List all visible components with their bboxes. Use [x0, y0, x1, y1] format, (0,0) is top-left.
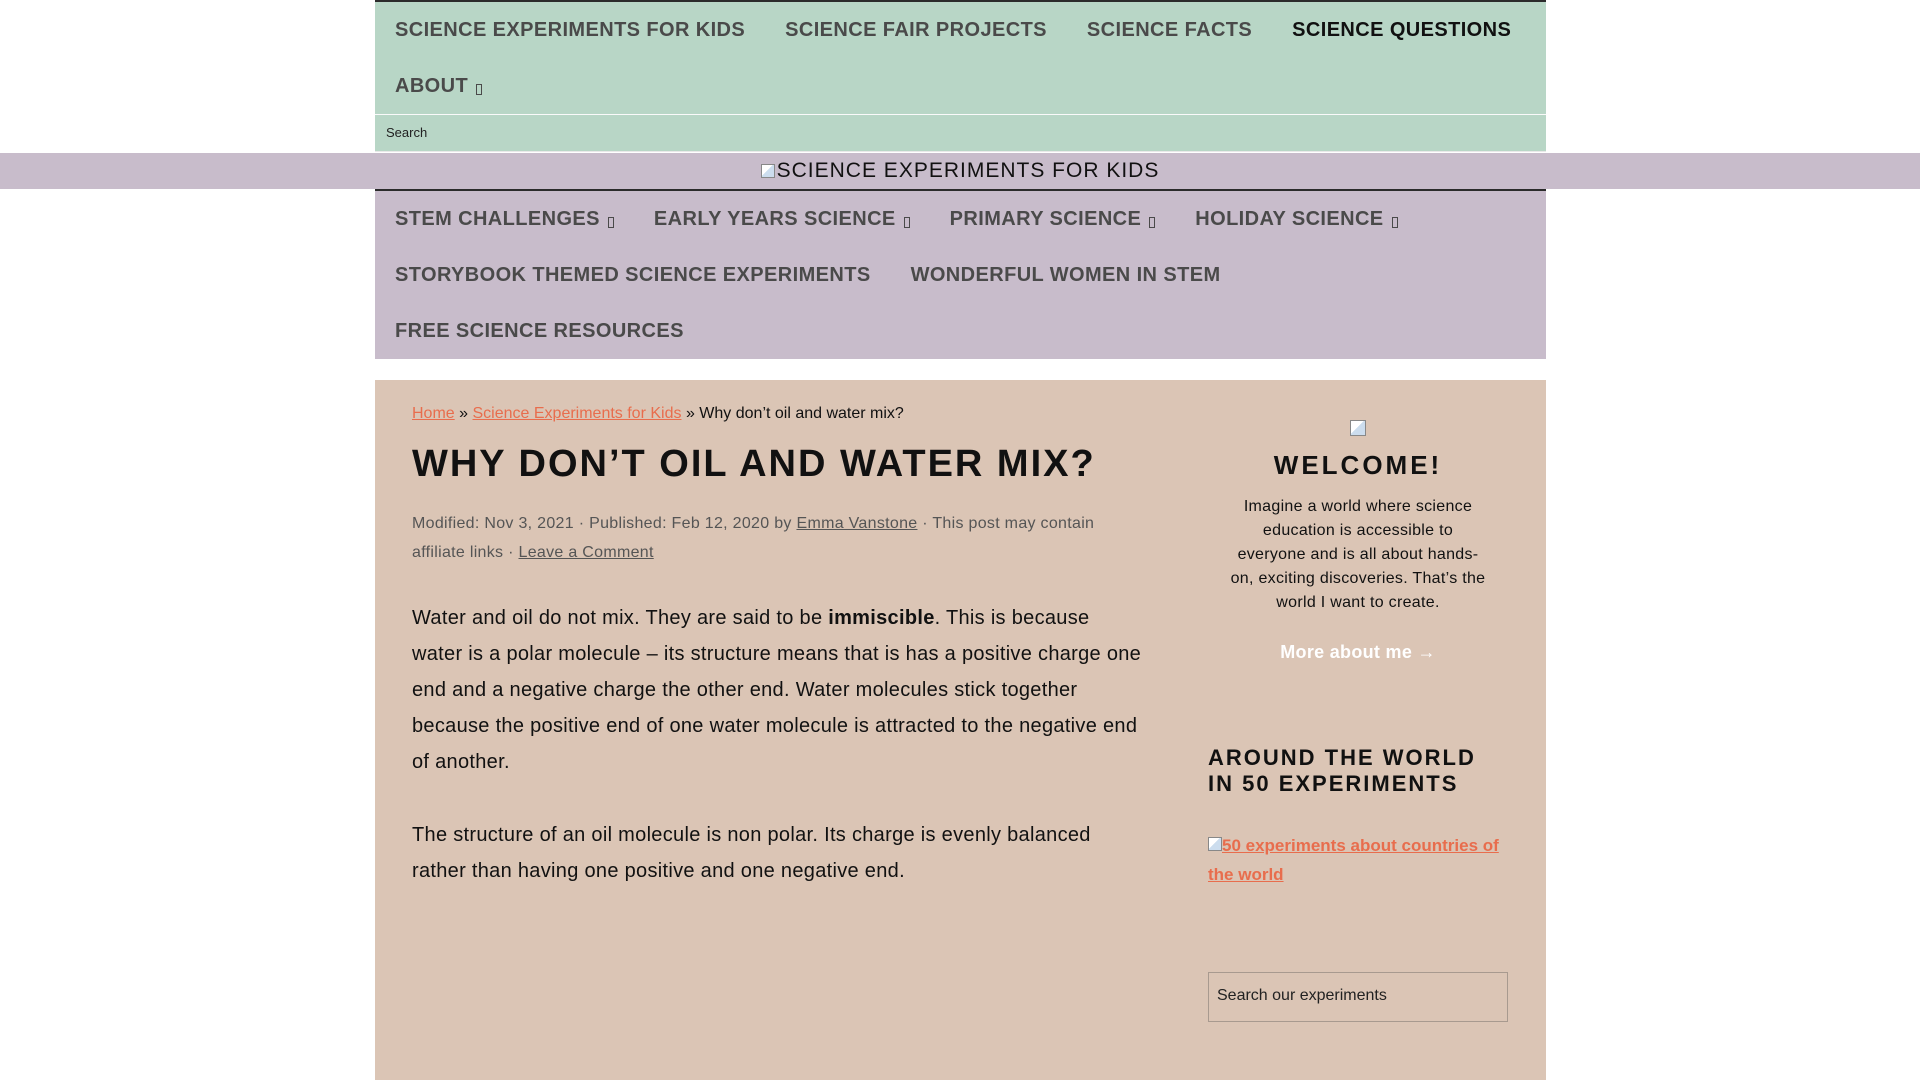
sidebar-search-input[interactable]: Search our experiments: [1208, 972, 1508, 1022]
nav-item-primary-science[interactable]: PRIMARY SCIENCE: [930, 208, 1176, 231]
nav-item-about[interactable]: ABOUT: [375, 75, 502, 98]
post-published-date: Published: Feb 12, 2020: [589, 515, 770, 532]
secondary-nav-row-2: STORYBOOK THEMED SCIENCE EXPERIMENTS WON…: [375, 247, 1546, 303]
paragraph-text: . This is because water is a polar molec…: [412, 607, 1142, 773]
secondary-nav-row-1: STEM CHALLENGES EARLY YEARS SCIENCE PRIM…: [375, 191, 1546, 247]
welcome-title: WELCOME!: [1273, 450, 1443, 480]
primary-nav-row-1: SCIENCE EXPERIMENTS FOR KIDS SCIENCE FAI…: [375, 2, 1546, 58]
nav-item-stem-challenges[interactable]: STEM CHALLENGES: [375, 208, 634, 231]
meta-separator: ·: [922, 515, 928, 532]
submenu-caret-icon: [903, 216, 910, 228]
paragraph-text: Water and oil do not mix. They are said …: [412, 607, 829, 629]
experiments-book-link-text: 50 experiments about countries of the wo…: [1208, 836, 1499, 884]
post-meta: Modified: Nov 3, 2021 · Published: Feb 1…: [412, 509, 1142, 567]
keyword-immiscible: immiscible: [828, 607, 935, 629]
leave-comment-link[interactable]: Leave a Comment: [519, 544, 654, 561]
secondary-nav: STEM CHALLENGES EARLY YEARS SCIENCE PRIM…: [375, 189, 1546, 359]
breadcrumb-separator: »: [459, 405, 469, 422]
more-about-me-link[interactable]: More about me →: [1208, 642, 1508, 663]
article-main: Home » Science Experiments for Kids » Wh…: [412, 380, 1142, 889]
site-logo-alt-text: SCIENCE EXPERIMENTS FOR KIDS: [776, 159, 1160, 182]
site-header: SCIENCE EXPERIMENTS FOR KIDS: [0, 153, 1920, 189]
page-title: WHY DON’T OIL AND WATER MIX?: [412, 443, 1096, 485]
experiments-book-link[interactable]: 50 experiments about countries of the wo…: [1208, 831, 1508, 889]
nav-item-science-fair-projects[interactable]: SCIENCE FAIR PROJECTS: [765, 19, 1067, 42]
breadcrumb-separator: »: [685, 405, 695, 422]
broken-image-icon: [1350, 420, 1366, 436]
top-search-input[interactable]: Search: [375, 114, 1546, 152]
nav-item-storybook-themed[interactable]: STORYBOOK THEMED SCIENCE EXPERIMENTS: [375, 264, 891, 287]
secondary-nav-row-3: FREE SCIENCE RESOURCES: [375, 303, 1546, 359]
site-logo[interactable]: SCIENCE EXPERIMENTS FOR KIDS: [760, 159, 1160, 183]
meta-separator: ·: [508, 544, 514, 561]
content-area: Home » Science Experiments for Kids » Wh…: [375, 380, 1546, 1080]
author-link[interactable]: Emma Vanstone: [796, 515, 917, 532]
nav-item-about-label: ABOUT: [395, 74, 469, 97]
submenu-caret-icon: [1391, 216, 1398, 228]
broken-image-icon: [760, 164, 775, 178]
nav-item-holiday-science[interactable]: HOLIDAY SCIENCE: [1175, 208, 1417, 231]
nav-item-label: PRIMARY SCIENCE: [949, 207, 1142, 230]
nav-item-science-facts[interactable]: SCIENCE FACTS: [1067, 19, 1272, 42]
nav-item-wonderful-women[interactable]: WONDERFUL WOMEN IN STEM: [891, 264, 1241, 287]
meta-separator: ·: [578, 515, 585, 532]
submenu-caret-icon: [1149, 216, 1156, 228]
submenu-caret-icon: [607, 216, 614, 228]
primary-nav-row-2: ABOUT: [375, 58, 1546, 114]
primary-nav: SCIENCE EXPERIMENTS FOR KIDS SCIENCE FAI…: [375, 0, 1546, 114]
breadcrumb-current: Why don’t oil and water mix?: [699, 405, 904, 422]
breadcrumb-home-link[interactable]: Home: [412, 405, 455, 422]
nav-item-science-experiments[interactable]: SCIENCE EXPERIMENTS FOR KIDS: [375, 19, 765, 42]
nav-item-early-years-science[interactable]: EARLY YEARS SCIENCE: [634, 208, 930, 231]
post-by: by: [774, 515, 792, 532]
article-paragraph: Water and oil do not mix. They are said …: [412, 600, 1142, 780]
nav-item-science-questions[interactable]: SCIENCE QUESTIONS: [1272, 19, 1531, 42]
nav-item-label: HOLIDAY SCIENCE: [1195, 207, 1384, 230]
breadcrumb-category-link[interactable]: Science Experiments for Kids: [473, 405, 682, 422]
nav-item-free-resources[interactable]: FREE SCIENCE RESOURCES: [375, 320, 704, 343]
post-modified-date: Modified: Nov 3, 2021: [412, 515, 574, 532]
breadcrumb: Home » Science Experiments for Kids » Wh…: [412, 405, 1142, 423]
broken-image-icon: [1208, 837, 1222, 851]
nav-item-label: STEM CHALLENGES: [395, 207, 600, 230]
widget-title: AROUND THE WORLD IN 50 EXPERIMENTS: [1208, 745, 1476, 796]
nav-item-label: EARLY YEARS SCIENCE: [653, 207, 896, 230]
article-paragraph: The structure of an oil molecule is non …: [412, 824, 1091, 882]
welcome-text: Imagine a world where science education …: [1230, 498, 1486, 611]
submenu-caret-icon: [476, 83, 483, 95]
sidebar: WELCOME! Imagine a world where science e…: [1208, 380, 1508, 1022]
